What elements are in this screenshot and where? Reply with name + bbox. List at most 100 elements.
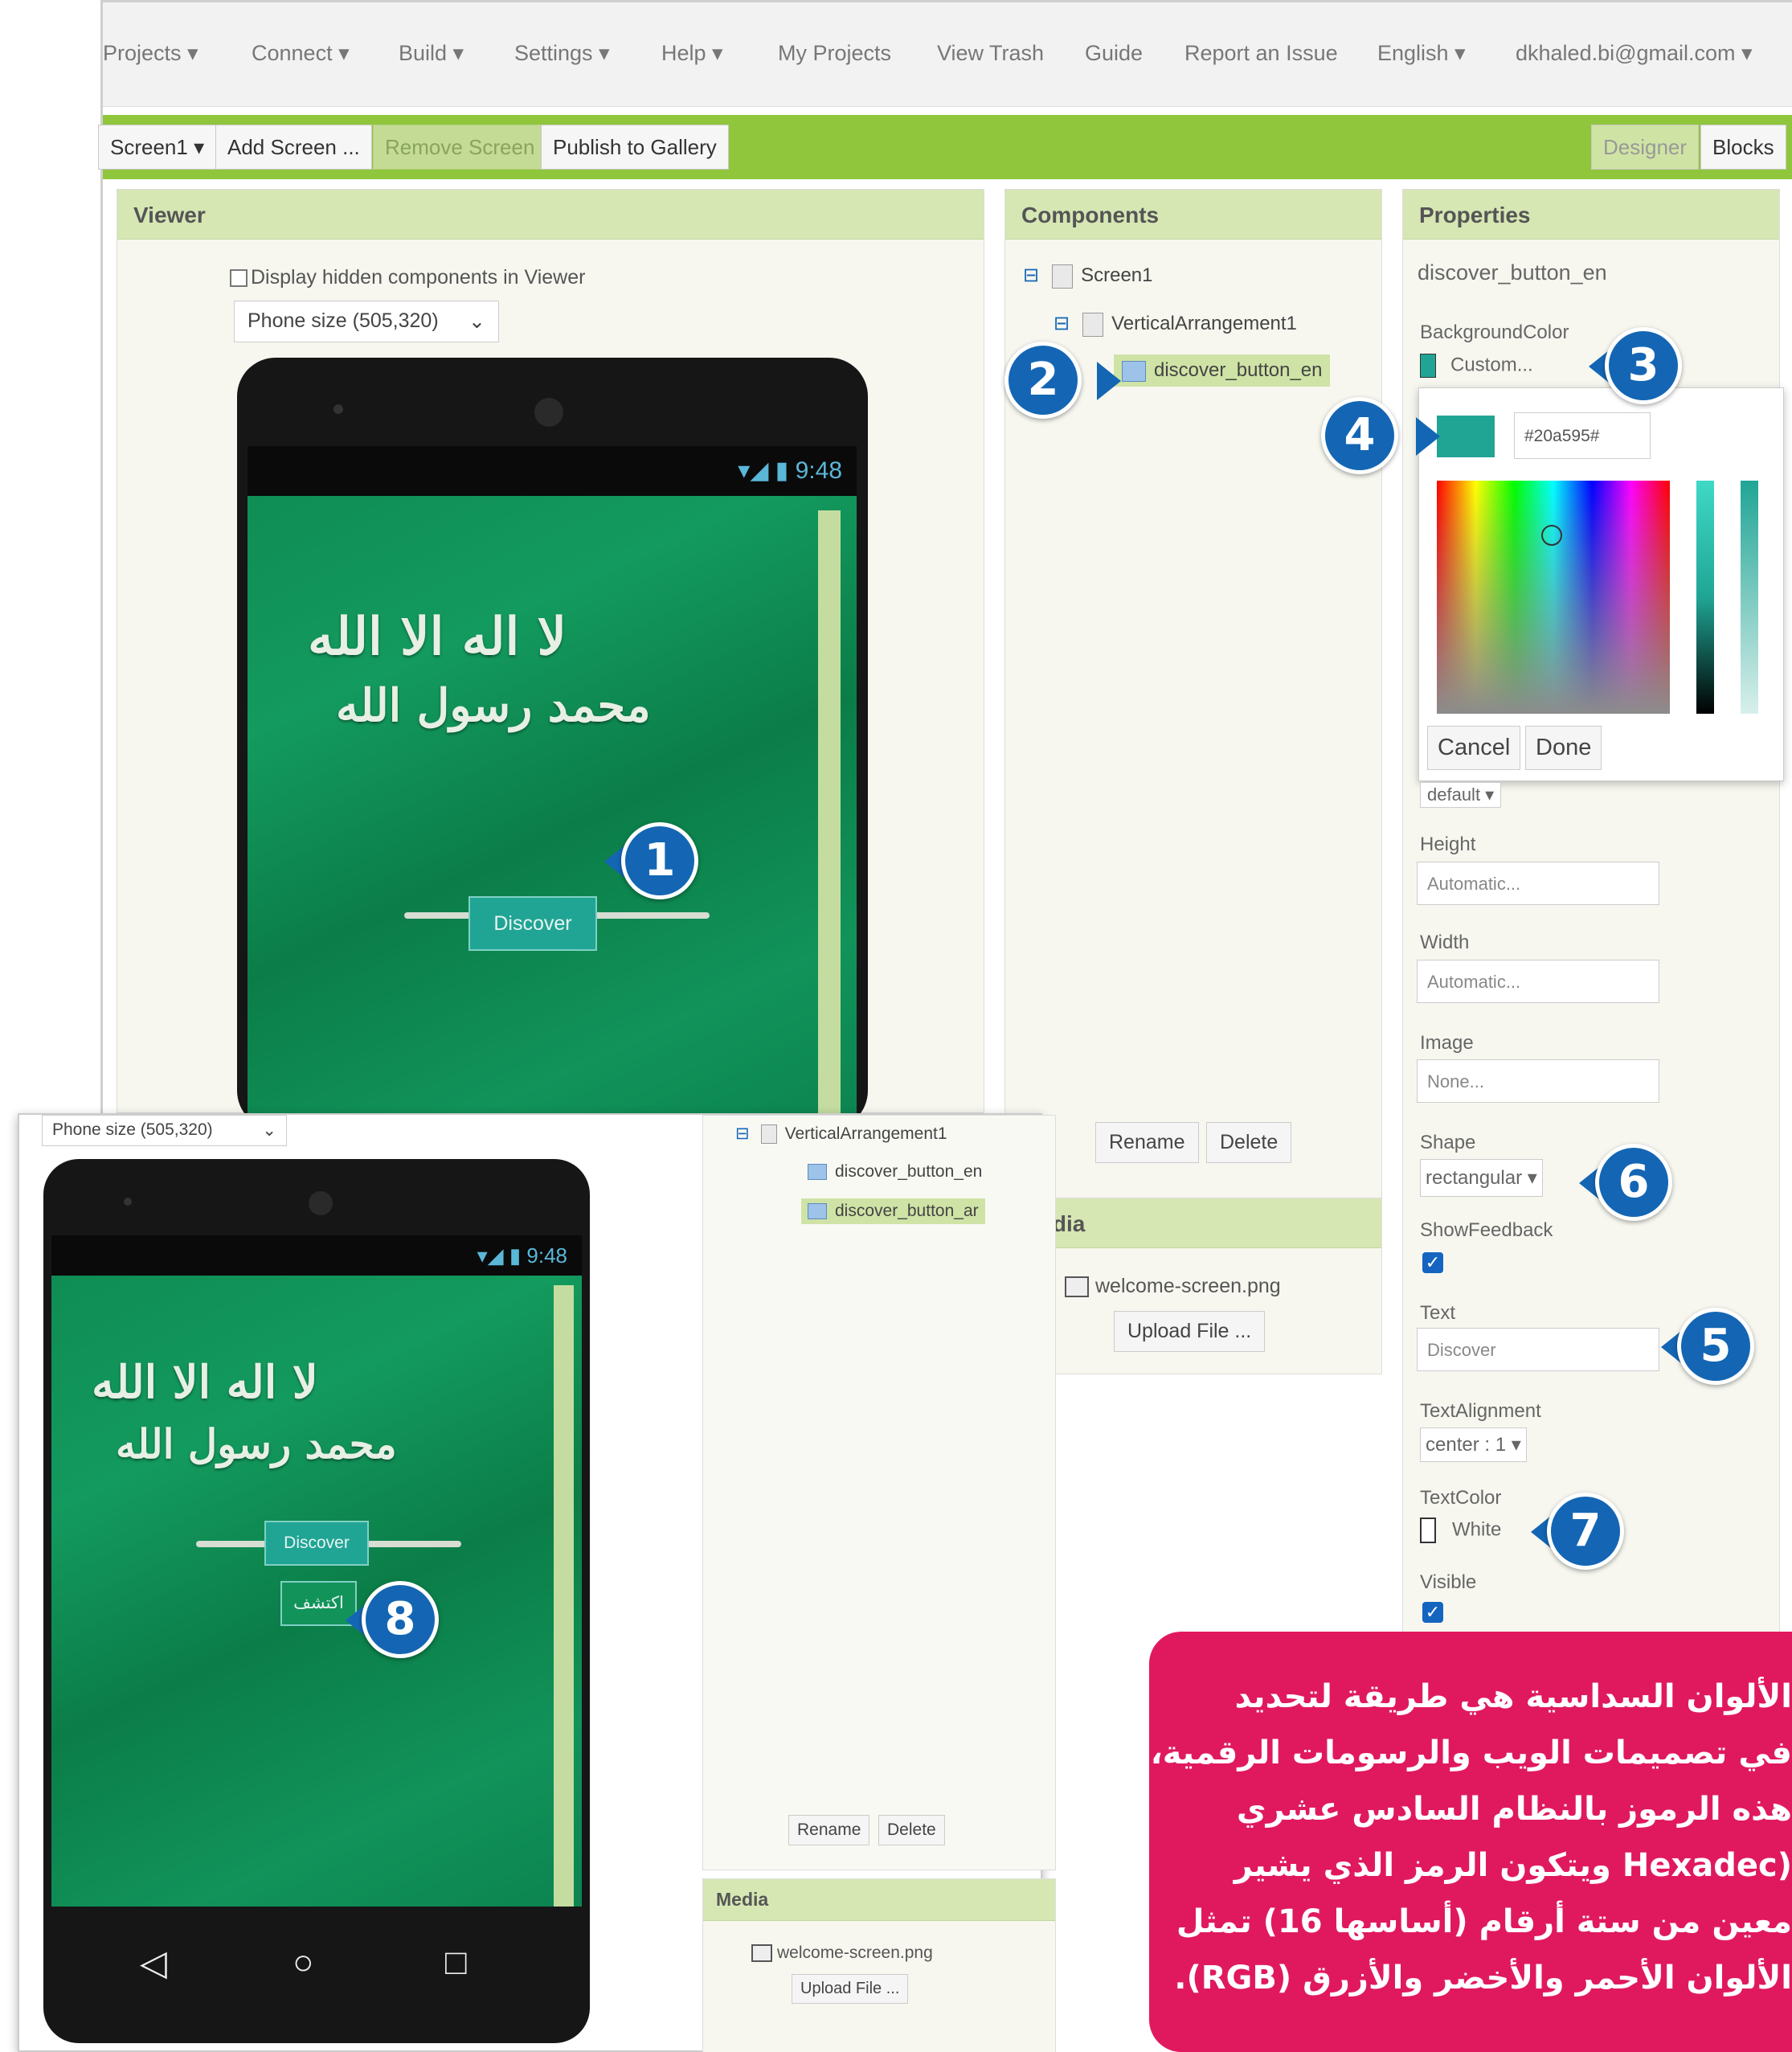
inset-btn-en-label: discover_button_en	[835, 1162, 983, 1181]
inset-rename-button[interactable]: Rename	[788, 1815, 870, 1845]
spectrum-cursor[interactable]	[1541, 525, 1562, 546]
shape-label: Shape	[1420, 1132, 1476, 1153]
publish-gallery-button[interactable]: Publish to Gallery	[541, 125, 729, 170]
showfeedback-label: ShowFeedback	[1420, 1219, 1553, 1241]
inset-components-panel: ⊟ VerticalArrangement1 discover_button_en…	[702, 1115, 1056, 1870]
back-icon[interactable]: ◁	[140, 1943, 167, 1984]
app-inventor-designer-screenshot: Projects ▾ Connect ▾ Build ▾ Settings ▾ …	[0, 0, 1792, 2052]
link-my-projects[interactable]: My Projects	[778, 41, 891, 66]
flag-shahada: لا اله الا الله	[308, 607, 567, 667]
inset-va-label: VerticalArrangement1	[784, 1124, 947, 1143]
color-done-button[interactable]: Done	[1525, 726, 1602, 770]
inset-media-file-name: welcome-screen.png	[777, 1943, 933, 1962]
inset-screen-scrollbar[interactable]	[554, 1285, 574, 1907]
menu-settings[interactable]: Settings ▾	[514, 41, 610, 66]
badge-2-pointer	[1097, 362, 1121, 400]
width-input[interactable]: Automatic...	[1417, 960, 1659, 1003]
status-bar: ▾◢ ▮ 9:48	[248, 446, 857, 496]
remove-screen-button[interactable]: Remove Screen	[373, 125, 547, 170]
signal-battery-icon: ▾◢ ▮	[477, 1243, 522, 1268]
tree-vertical-arrangement[interactable]: ⊟ VerticalArrangement1	[1054, 312, 1297, 337]
upload-file-button[interactable]: Upload File ...	[1114, 1311, 1266, 1352]
collapse-icon[interactable]: ⊟	[1023, 264, 1039, 286]
blocks-button[interactable]: Blocks	[1700, 125, 1786, 170]
media-file[interactable]: welcome-screen.png	[1065, 1275, 1281, 1298]
inset-tree-btn-ar[interactable]: discover_button_ar	[801, 1198, 985, 1224]
menu-account[interactable]: dkhaled.bi@gmail.com ▾	[1516, 41, 1753, 66]
color-picker-popup: #20a595# Cancel Done	[1418, 387, 1784, 781]
tree-discover-button-en[interactable]: discover_button_en	[1114, 354, 1331, 387]
viewer-title: Viewer	[117, 190, 984, 240]
inset-phone-size-select[interactable]: Phone size (505,320) ⌄	[42, 1115, 287, 1146]
add-screen-button[interactable]: Add Screen ...	[215, 125, 372, 170]
inset-flag-shahada: لا اله الا الله	[92, 1356, 318, 1409]
textalignment-select[interactable]: center : 1 ▾	[1420, 1427, 1527, 1462]
alpha-slider[interactable]	[1741, 481, 1758, 714]
menu-language[interactable]: English ▾	[1377, 41, 1466, 66]
visible-checkbox[interactable]: ✓	[1422, 1602, 1443, 1623]
collapse-icon[interactable]: ⊟	[735, 1124, 750, 1143]
button-icon	[808, 1164, 827, 1181]
checkbox-icon[interactable]	[230, 269, 248, 288]
color-spectrum[interactable]	[1437, 481, 1670, 714]
inset-status-bar: ▾◢ ▮ 9:48	[51, 1235, 582, 1276]
collapse-icon[interactable]: ⊟	[1054, 313, 1070, 334]
menu-build[interactable]: Build ▾	[399, 41, 464, 66]
arrangement-icon	[1082, 312, 1104, 337]
home-icon[interactable]: ○	[293, 1943, 314, 1983]
textcolor-value[interactable]: White	[1420, 1517, 1501, 1543]
step-badge-7: 7	[1547, 1493, 1624, 1570]
flag-shahada-2: محمد رسول الله	[336, 679, 651, 732]
inset-tree-btn-en[interactable]: discover_button_en	[808, 1162, 982, 1182]
button-label: discover_button_en	[1154, 359, 1323, 381]
phone-size-select[interactable]: Phone size (505,320) ⌄	[234, 301, 499, 342]
menu-connect[interactable]: Connect ▾	[252, 41, 350, 66]
arabic-line-4: (Hexadec ويتكون الرمز الذي يشير	[1234, 1847, 1792, 1884]
menu-projects[interactable]: Projects ▾	[103, 41, 198, 66]
inset-phone-screen: ▾◢ ▮ 9:48 لا اله الا الله محمد رسول الله…	[51, 1235, 582, 1907]
screen-dropdown[interactable]: Screen1 ▾	[98, 125, 217, 170]
link-view-trash[interactable]: View Trash	[937, 41, 1044, 66]
media-file-name: welcome-screen.png	[1095, 1275, 1281, 1297]
tree-screen1[interactable]: ⊟ Screen1	[1023, 264, 1153, 289]
screen-scrollbar[interactable]	[818, 510, 841, 1129]
rename-button[interactable]: Rename	[1095, 1122, 1199, 1163]
shape-select[interactable]: rectangular ▾	[1420, 1159, 1543, 1197]
image-file-icon	[751, 1944, 772, 1963]
delete-button[interactable]: Delete	[1206, 1122, 1292, 1163]
inset-upload-button[interactable]: Upload File ...	[792, 1974, 909, 2004]
recent-apps-icon[interactable]: □	[445, 1943, 467, 1983]
text-input[interactable]: Discover	[1417, 1328, 1659, 1371]
arrangement-icon	[760, 1124, 777, 1145]
inset-screenshot: Phone size (505,320) ⌄ ⊟ VerticalArrangeme…	[18, 1113, 1056, 2052]
chevron-down-icon: ⌄	[262, 1121, 276, 1140]
media-panel: Media welcome-screen.png Upload File ...	[1004, 1198, 1382, 1374]
inset-delete-button[interactable]: Delete	[878, 1815, 945, 1845]
inset-tree-va[interactable]: ⊟ VerticalArrangement1	[735, 1124, 947, 1145]
link-report-issue[interactable]: Report an Issue	[1184, 41, 1338, 66]
inset-discover-button[interactable]: Discover	[264, 1521, 369, 1566]
discover-button-preview[interactable]: Discover	[468, 896, 597, 951]
white-swatch	[1420, 1517, 1436, 1543]
bgcolor-custom-text: Custom...	[1450, 354, 1533, 376]
link-guide[interactable]: Guide	[1085, 41, 1143, 66]
brightness-slider[interactable]	[1696, 481, 1714, 714]
hidden-components-checkbox-label[interactable]: Display hidden components in Viewer	[230, 266, 585, 289]
textcolor-label: TextColor	[1420, 1487, 1502, 1509]
color-cancel-button[interactable]: Cancel	[1427, 726, 1521, 770]
chevron-down-icon: ⌄	[468, 310, 485, 333]
image-input[interactable]: None...	[1417, 1059, 1659, 1103]
font-select[interactable]: default ▾	[1420, 782, 1502, 808]
inset-media-file[interactable]: welcome-screen.png	[751, 1943, 933, 1963]
showfeedback-checkbox[interactable]: ✓	[1422, 1252, 1443, 1273]
phone-sensor	[333, 404, 343, 414]
menu-help[interactable]: Help ▾	[661, 41, 723, 66]
designer-button[interactable]: Designer	[1591, 125, 1700, 170]
bgcolor-value[interactable]: Custom...	[1420, 354, 1533, 378]
arabic-line-5: معين من ستة أرقام (أساسها 16) تمثل	[1176, 1903, 1792, 1940]
step-badge-3: 3	[1605, 327, 1682, 404]
clock: 9:48	[795, 457, 842, 484]
arabic-line-6: الألوان الأحمر والأخضر والأزرق (RGB).	[1174, 1960, 1792, 1997]
height-input[interactable]: Automatic...	[1417, 862, 1659, 905]
hex-input[interactable]: #20a595#	[1514, 412, 1651, 459]
